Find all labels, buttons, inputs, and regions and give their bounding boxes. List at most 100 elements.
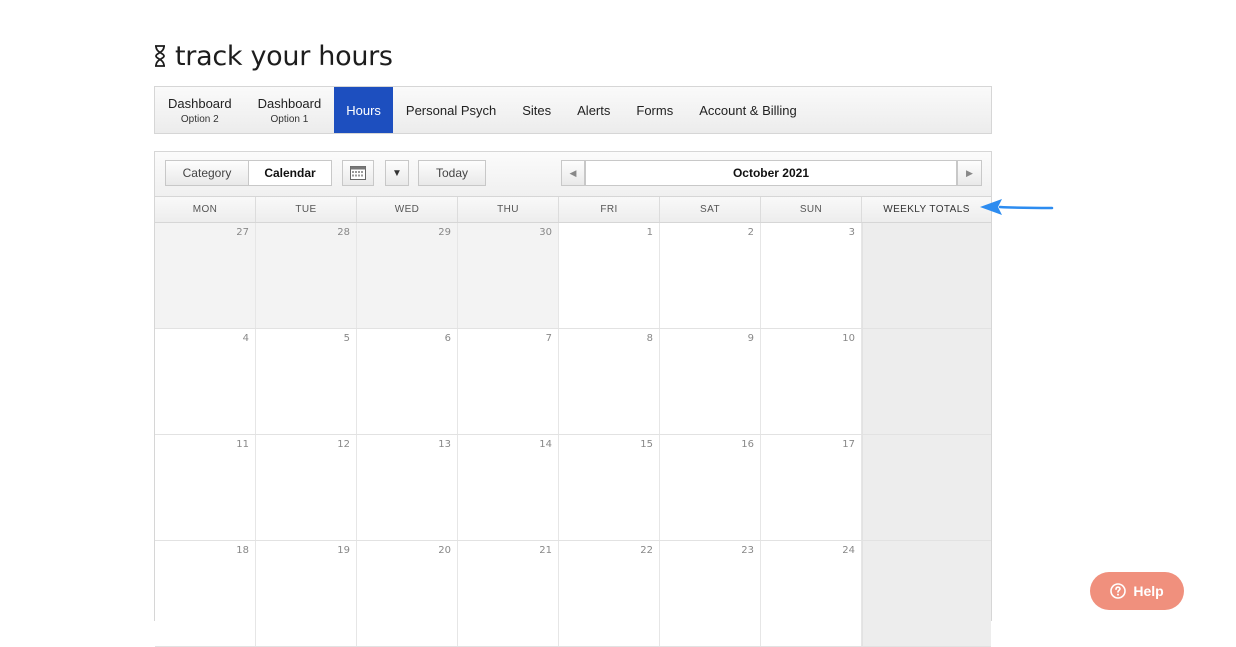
day-number: 15 [640,439,653,450]
calendar-day-cell[interactable]: 14 [458,435,559,540]
calendar-day-cell[interactable]: 21 [458,541,559,646]
calendar-day-cell[interactable]: 24 [761,541,862,646]
weekday-header-cell: MON [155,197,256,222]
calendar-day-cell[interactable]: 4 [155,329,256,434]
today-button[interactable]: Today [418,160,486,186]
weekly-total-cell [862,329,991,434]
day-number: 20 [438,545,451,556]
weekday-header-cell: THU [458,197,559,222]
calendar-day-cell[interactable]: 19 [256,541,357,646]
calendar-view-button[interactable]: Calendar [248,160,332,186]
nav-item-1[interactable]: Dashboard Option 1 [245,87,335,133]
calendar-day-cell[interactable]: 11 [155,435,256,540]
day-number: 14 [539,439,552,450]
calendar-day-cell[interactable]: 27 [155,223,256,328]
pointer-arrow-icon [980,199,1054,215]
calendar-day-cell[interactable]: 10 [761,329,862,434]
day-number: 6 [444,333,451,344]
calendar-day-cell[interactable]: 28 [256,223,357,328]
hourglass-icon [155,45,165,67]
nav-item-label: Dashboard [168,95,232,111]
nav-item-3[interactable]: Personal Psych [393,87,509,133]
nav-item-0[interactable]: Dashboard Option 2 [155,87,245,133]
previous-month-button[interactable]: ◀ [561,160,585,186]
weekday-header: MON TUE WED THU FRI SAT SUN WEEKLY TOTALS [155,197,991,223]
calendar-day-cell[interactable]: 17 [761,435,862,540]
question-circle-icon [1110,583,1127,599]
nav-item-label: Hours [346,102,381,118]
day-number: 10 [842,333,855,344]
calendar-day-cell[interactable]: 30 [458,223,559,328]
nav-item-label: Account & Billing [699,102,797,118]
calendar-day-cell[interactable]: 5 [256,329,357,434]
nav-item-label: Alerts [577,102,611,118]
calendar-panel: Category Calendar ▼ Today ◀ October 2021… [154,151,992,647]
calendar-day-cell[interactable]: 7 [458,329,559,434]
nav-item-6[interactable]: Forms [623,87,686,133]
day-number: 18 [236,545,249,556]
month-title: October 2021 [585,160,957,186]
day-number: 28 [337,227,350,238]
calendar-day-cell[interactable]: 15 [559,435,660,540]
category-view-button[interactable]: Category [165,160,249,186]
day-number: 24 [842,545,855,556]
calendar-day-cell[interactable]: 12 [256,435,357,540]
day-number: 30 [539,227,552,238]
nav-item-4[interactable]: Sites [509,87,564,133]
app-logo: track your hours [153,38,393,74]
calendar-day-cell[interactable]: 3 [761,223,862,328]
calendar-week-row: 4 5 6 7 8 9 10 [155,329,991,435]
weekday-header-cell: SAT [660,197,761,222]
calendar-toolbar: Category Calendar ▼ Today ◀ October 2021… [155,152,991,197]
calendar-week-row: 27 28 29 30 1 2 3 [155,223,991,329]
calendar-week-row: 11 12 13 14 15 16 17 [155,435,991,541]
next-month-button[interactable]: ▶ [957,160,982,186]
nav-item-7[interactable]: Account & Billing [686,87,810,133]
calendar-grid-icon [350,166,366,180]
chevron-right-icon: ▶ [966,167,973,178]
day-number: 3 [848,227,855,238]
weekly-total-cell [862,435,991,540]
weekday-header-cell: WED [357,197,458,222]
day-number: 1 [646,227,653,238]
calendar-day-cell[interactable]: 1 [559,223,660,328]
chevron-down-icon: ▼ [392,167,402,179]
day-number: 21 [539,545,552,556]
calendar-day-cell[interactable]: 22 [559,541,660,646]
calendar-day-cell[interactable]: 20 [357,541,458,646]
day-number: 19 [337,545,350,556]
calendar-day-cell[interactable]: 8 [559,329,660,434]
day-number: 22 [640,545,653,556]
nav-item-5[interactable]: Alerts [564,87,623,133]
calendar-week-row: 18 19 20 21 22 23 24 [155,541,991,647]
day-number: 4 [242,333,249,344]
weekday-header-cell: TUE [256,197,357,222]
help-label: Help [1133,583,1164,599]
day-number: 2 [747,227,754,238]
day-number: 23 [741,545,754,556]
calendar-grid: 27 28 29 30 1 2 3 4 5 6 7 8 9 10 11 12 13 14 15 16 17 18 19 20 2… [155,223,991,647]
calendar-day-cell[interactable]: 29 [357,223,458,328]
nav-item-2[interactable]: Hours [334,87,393,133]
calendar-picker-button[interactable] [342,160,374,186]
help-button[interactable]: Help [1090,572,1184,610]
calendar-day-cell[interactable]: 23 [660,541,761,646]
calendar-day-cell[interactable]: 2 [660,223,761,328]
view-dropdown-button[interactable]: ▼ [385,160,409,186]
calendar-day-cell[interactable]: 6 [357,329,458,434]
weekly-total-cell [862,223,991,328]
calendar-day-cell[interactable]: 13 [357,435,458,540]
calendar-day-cell[interactable]: 18 [155,541,256,646]
weekly-totals-header: WEEKLY TOTALS [883,204,970,215]
calendar-day-cell[interactable]: 9 [660,329,761,434]
day-number: 16 [741,439,754,450]
day-number: 9 [747,333,754,344]
day-number: 13 [438,439,451,450]
nav-item-label: Forms [636,102,674,118]
weekday-header-cell: FRI [559,197,660,222]
day-number: 8 [646,333,653,344]
main-nav: Dashboard Option 2 Dashboard Option 1 Hours P… [154,86,992,134]
nav-item-label: Sites [522,102,552,118]
calendar-day-cell[interactable]: 16 [660,435,761,540]
day-number: 12 [337,439,350,450]
